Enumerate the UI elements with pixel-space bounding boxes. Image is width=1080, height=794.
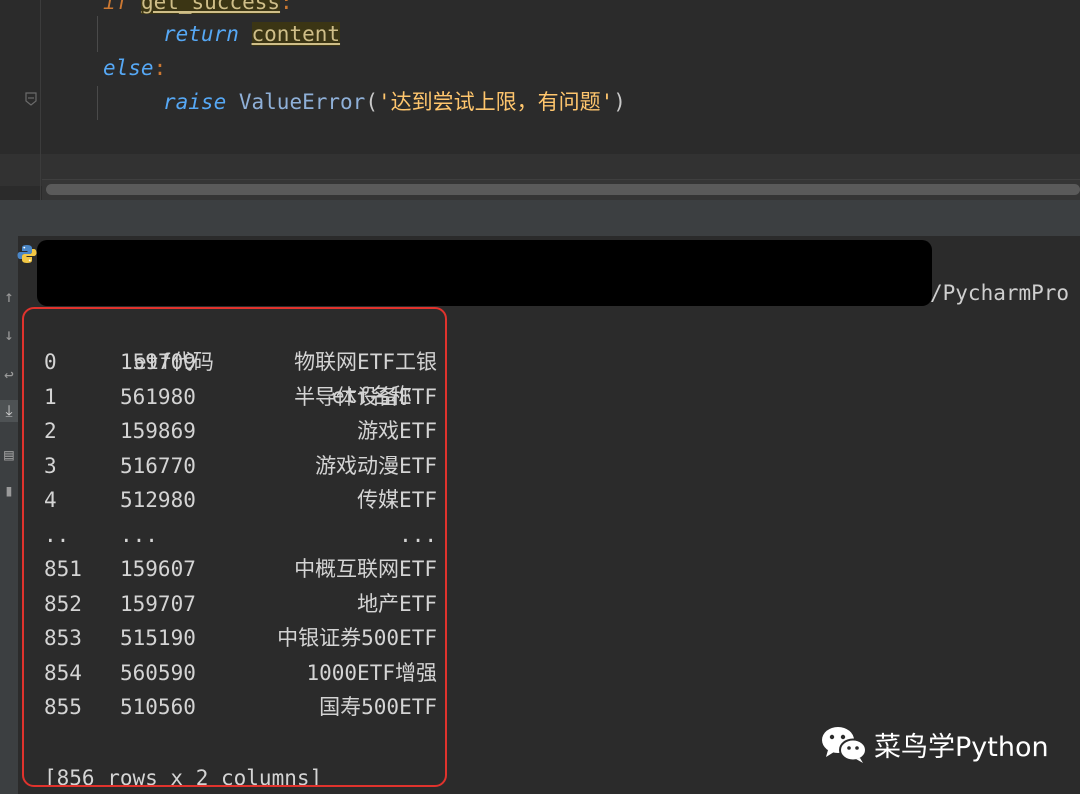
etf-name: 国寿500ETF	[319, 695, 437, 719]
panel-divider[interactable]	[0, 200, 1080, 236]
row-index: 2	[44, 419, 57, 443]
row-index: 853	[44, 626, 82, 650]
console-path-fragment: /PycharmPro	[930, 281, 1070, 305]
etf-code: 561980	[120, 384, 196, 409]
etf-code: 159709	[120, 350, 196, 374]
etf-code: 515190	[120, 626, 196, 650]
table-row: 854 560590 1000ETF增强	[24, 656, 445, 690]
row-index: 855	[44, 695, 82, 719]
redacted-command-line	[37, 240, 932, 306]
code-line-3[interactable]: else:	[0, 52, 166, 84]
dataframe-output-highlight: etf代码 etf名称 0 159709 物联网ETF工银 1 561980 半导体设备E…	[22, 307, 447, 787]
code-editor[interactable]: if get_success: return content else: rai…	[0, 0, 1080, 200]
table-row: ........	[24, 518, 445, 552]
etf-name: ...	[399, 522, 437, 547]
table-row: 4 512980 传媒ETF	[24, 483, 445, 517]
code-line-4[interactable]: raise ValueError('达到尝试上限，有问题')	[0, 86, 626, 118]
open-paren: (	[365, 90, 378, 114]
table-row: 855 510560 国寿500ETF	[24, 690, 445, 724]
etf-name: 物联网ETF工银	[294, 350, 437, 374]
table-row: 851 159607 中概互联网ETF	[24, 552, 445, 586]
etf-name: 游戏ETF	[357, 419, 437, 443]
etf-code: 159707	[120, 591, 196, 616]
row-index: 852	[44, 591, 82, 616]
soft-wrap-icon[interactable]: ↩	[0, 364, 18, 386]
etf-code: 560590	[120, 660, 196, 685]
identifier-get-success: get_success	[140, 0, 281, 14]
etf-code: ...	[120, 522, 158, 547]
row-index: 851	[44, 557, 82, 581]
print-icon[interactable]: ▤	[0, 444, 18, 466]
etf-name: 地产ETF	[357, 591, 437, 616]
row-index: 854	[44, 660, 82, 685]
etf-name: 1000ETF增强	[306, 660, 437, 685]
up-arrow-icon[interactable]: ↑	[0, 286, 18, 308]
trash-icon[interactable]: ▮	[0, 480, 18, 502]
row-index: 0	[44, 350, 57, 374]
colon: :	[153, 56, 167, 80]
keyword-return: return	[163, 22, 239, 46]
close-paren: )	[613, 90, 626, 114]
string-literal: '达到尝试上限，有问题'	[377, 90, 614, 114]
table-row: 3 516770 游戏动漫ETF	[24, 449, 445, 483]
row-index: 3	[44, 453, 57, 478]
table-row: 2 159869 游戏ETF	[24, 414, 445, 448]
table-row: 0 159709 物联网ETF工银	[24, 345, 445, 379]
down-arrow-icon[interactable]: ↓	[0, 324, 18, 346]
identifier-content: content	[251, 22, 341, 46]
etf-code: 510560	[120, 695, 196, 719]
keyword-if: if	[103, 0, 129, 14]
wechat-icon	[822, 727, 867, 763]
etf-code: 516770	[120, 453, 196, 478]
watermark-text: 菜鸟学Python	[874, 731, 1049, 763]
etf-code: 159607	[120, 557, 196, 581]
etf-name: 中概互联网ETF	[294, 557, 437, 581]
keyword-else: else	[103, 56, 154, 80]
dataframe-header: etf代码 etf名称	[24, 311, 445, 408]
row-index: 4	[44, 488, 57, 512]
etf-name: 传媒ETF	[357, 488, 437, 512]
code-line-1[interactable]: if get_success:	[0, 0, 293, 18]
keyword-raise: raise	[163, 90, 227, 114]
etf-name: 游戏动漫ETF	[315, 453, 437, 478]
etf-code: 512980	[120, 488, 196, 512]
builtin-valueerror: ValueError	[238, 90, 366, 114]
dataframe-summary: [856 rows x 2 columns]	[44, 766, 323, 787]
watermark: 菜鸟学Python	[820, 722, 1049, 766]
horizontal-scrollbar-thumb[interactable]	[46, 184, 1080, 195]
etf-name: 中银证券500ETF	[277, 626, 437, 650]
colon: :	[280, 0, 293, 14]
etf-code: 159869	[120, 419, 196, 443]
code-line-2[interactable]: return content	[0, 18, 341, 50]
scroll-to-end-icon[interactable]: ⤓	[0, 400, 18, 422]
python-icon	[17, 245, 37, 263]
console-toolbar: ↑ ↓ ↩ ⤓ ▤ ▮	[0, 236, 18, 794]
table-row: 852 159707 地产ETF	[24, 587, 445, 621]
table-row: 1 561980 半导体设备ETF	[24, 380, 445, 414]
row-index: ..	[44, 522, 70, 547]
row-index: 1	[44, 384, 57, 409]
etf-name: 半导体设备ETF	[294, 384, 437, 409]
table-row: 853 515190 中银证券500ETF	[24, 621, 445, 655]
